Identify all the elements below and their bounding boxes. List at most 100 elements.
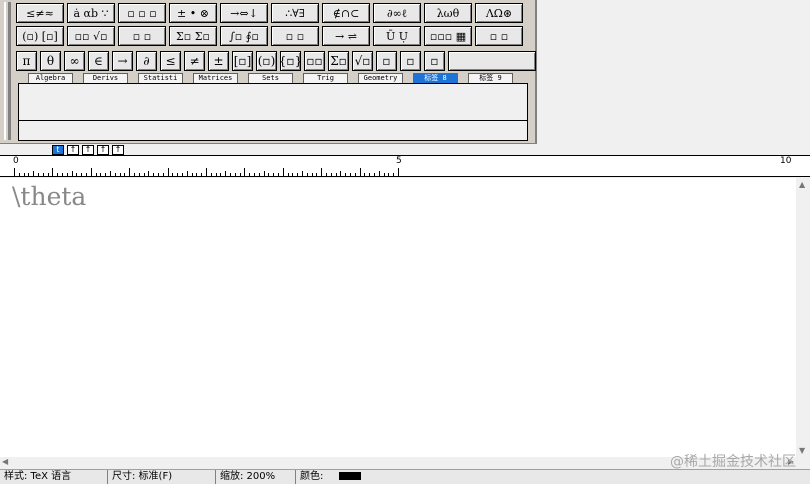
ruler-label-5: 5 [396, 156, 402, 166]
greek-lowercase-palette-button[interactable]: λωθ [424, 3, 472, 23]
set-theory-palette-button[interactable]: ∉∩⊂ [322, 3, 370, 23]
ruler-tick [239, 173, 241, 176]
fences-palette-button[interactable]: (▫) [▫] [16, 26, 64, 46]
ruler-tick [398, 168, 399, 176]
brackets-button[interactable]: [▫] [232, 51, 253, 71]
ruler-tick [210, 173, 212, 176]
sqrt-button[interactable]: √▫ [352, 51, 373, 71]
vertical-scrollbar[interactable]: ▲ ▼ [796, 178, 810, 457]
ruler-tick [95, 173, 97, 176]
tab-label-9[interactable]: 标签 9 [468, 73, 513, 83]
infinity-button[interactable]: ∞ [64, 51, 85, 71]
ruler-tick [201, 173, 203, 176]
logical-palette-button[interactable]: ∴∀∃ [271, 3, 319, 23]
mathtype-window: ≤≠≈ ȧ αb ∵ ▫ ▫ ▫ ± • ⊗ →⇔↓ ∴∀∃ ∉∩⊂ ∂∞ℓ λ… [0, 0, 810, 484]
arrow-button[interactable]: → [112, 51, 133, 71]
theta-button[interactable]: θ [40, 51, 61, 71]
relations-palette-button[interactable]: ≤≠≈ [16, 3, 64, 23]
ruler-tick [38, 173, 39, 176]
fraction-button[interactable]: ▫▫ [304, 51, 325, 71]
not-equal-button[interactable]: ≠ [184, 51, 205, 71]
arrows-palette-button[interactable]: →⇔↓ [220, 3, 268, 23]
ruler-label-10: 10 [780, 156, 792, 166]
tab-sets[interactable]: Sets [248, 73, 293, 83]
parens-button[interactable]: (▫) [256, 51, 277, 71]
palette-divider [19, 120, 527, 121]
ruler-tick [153, 173, 155, 176]
toolbar-grip-edge [10, 2, 15, 140]
tab-matrices[interactable]: Matrices [193, 73, 238, 83]
operators-palette-button[interactable]: ± • ⊗ [169, 3, 217, 23]
ruler-tick [114, 173, 116, 176]
less-equal-button[interactable]: ≤ [160, 51, 181, 71]
embellishments-palette-button[interactable]: ▫ ▫ ▫ [118, 3, 166, 23]
matrices-palette-button[interactable]: ▫▫▫ ▦ [424, 26, 472, 46]
tab-derivs[interactable]: Derivs [83, 73, 128, 83]
greek-uppercase-palette-button[interactable]: ΛΩ⊛ [475, 3, 523, 23]
ruler-tick [335, 173, 337, 176]
tab-statistics[interactable]: Statisti [138, 73, 183, 83]
equation-editor-area[interactable]: \theta [0, 178, 796, 457]
ruler-tick [311, 173, 313, 176]
tab-stop-center[interactable]: ↑ [67, 145, 79, 155]
superscript-button[interactable]: ▫ [376, 51, 397, 71]
equation-text[interactable]: \theta [12, 182, 86, 211]
scroll-up-icon[interactable]: ▲ [799, 180, 805, 189]
integrals-palette-button[interactable]: ∫▫ ∮▫ [220, 26, 268, 46]
braces-button[interactable]: {▫} [280, 51, 301, 71]
ruler-tick [206, 168, 207, 176]
element-of-button[interactable]: ∈ [88, 51, 109, 71]
plus-minus-button[interactable]: ± [208, 51, 229, 71]
ruler-tick [249, 173, 251, 176]
tab-stop-right[interactable]: ↑ [82, 145, 94, 155]
tab-stop-decimal[interactable]: ↑ [112, 145, 124, 155]
ruler-tick [167, 168, 169, 176]
boxes-palette-button[interactable]: ▫ ▫ [475, 26, 523, 46]
ruler-tick [62, 173, 63, 176]
ruler-tick [393, 173, 395, 176]
ruler-tick [220, 173, 222, 176]
pi-button[interactable]: π [16, 51, 37, 71]
partial-button[interactable]: ∂ [136, 51, 157, 71]
ruler-tick [383, 173, 385, 176]
misc-symbols-palette-button[interactable]: ∂∞ℓ [373, 3, 421, 23]
ruler-tick [282, 168, 284, 176]
tab-geometry[interactable]: Geometry [358, 73, 403, 83]
ruler-tick [81, 173, 83, 176]
ruler-tick [364, 173, 366, 176]
tab-label-8[interactable]: 标签 8 [413, 73, 458, 83]
products-palette-button[interactable]: Ū Ụ [373, 26, 421, 46]
empty-slot-button[interactable] [448, 51, 536, 71]
labeled-arrows-palette-button[interactable]: → ⇌ [322, 26, 370, 46]
ruler-tick [234, 173, 236, 176]
scroll-left-icon[interactable]: ◀ [2, 457, 8, 466]
ruler-tick [148, 171, 150, 176]
sub-superscript-button[interactable]: ▫ [424, 51, 445, 71]
ruler-tick [18, 173, 20, 176]
tab-algebra[interactable]: Algebra [28, 73, 73, 83]
ruler-tick [340, 171, 342, 176]
fractions-radicals-palette-button[interactable]: ▫▫ √▫ [67, 26, 115, 46]
ruler-tick [215, 173, 217, 176]
ruler[interactable]: 0 5 10 [0, 155, 810, 177]
bars-palette-button[interactable]: ▫ ▫ [271, 26, 319, 46]
ruler-tick [23, 173, 25, 176]
tab-stop-relation[interactable]: ↑ [97, 145, 109, 155]
scripts-palette-button[interactable]: ▫ ▫ [118, 26, 166, 46]
ruler-tick [321, 168, 323, 176]
ruler-tick [105, 173, 107, 176]
tab-stop-left[interactable]: t [52, 145, 64, 155]
ruler-tick [388, 173, 390, 176]
expression-palette[interactable] [18, 83, 528, 141]
spaces-ellipses-palette-button[interactable]: ȧ αb ∵ [67, 3, 115, 23]
ruler-tick [268, 173, 270, 176]
summations-palette-button[interactable]: Σ▫ Σ▫ [169, 26, 217, 46]
status-style: 样式: TeX 语言 [0, 470, 108, 484]
ruler-tick [378, 171, 380, 176]
tab-trig[interactable]: Trig [303, 73, 348, 83]
scroll-down-icon[interactable]: ▼ [799, 446, 805, 455]
ruler-tick [129, 168, 131, 176]
subscript-button[interactable]: ▫ [400, 51, 421, 71]
sum-button[interactable]: Σ▫ [328, 51, 349, 71]
ruler-tick [52, 168, 54, 176]
